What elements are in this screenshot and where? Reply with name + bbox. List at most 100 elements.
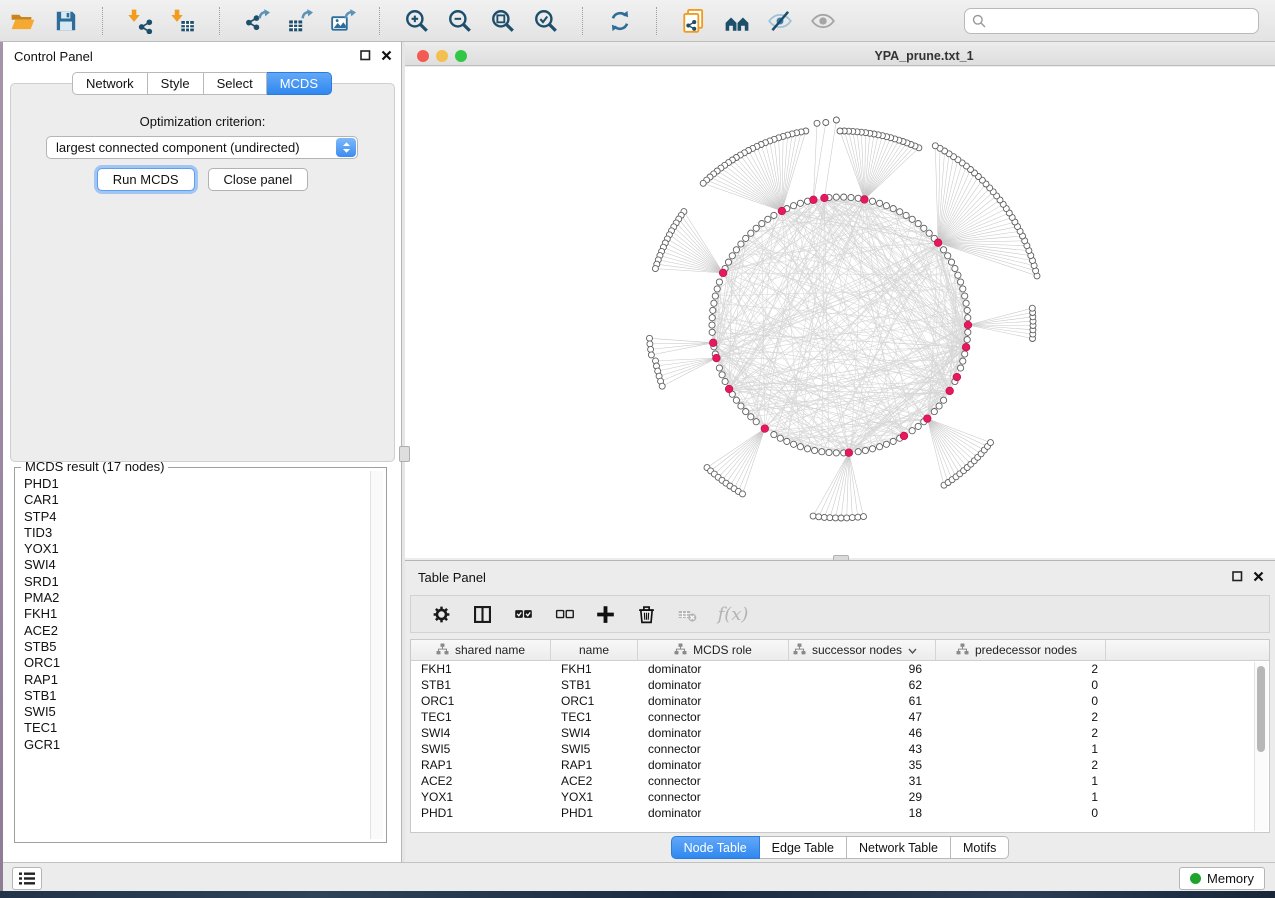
import-network-icon[interactable] — [125, 6, 155, 36]
result-item[interactable]: STB5 — [24, 639, 369, 655]
result-item[interactable]: STB1 — [24, 688, 369, 704]
table-row[interactable]: FKH1FKH1dominator962 — [411, 661, 1269, 677]
table-row[interactable]: SWI5SWI5connector431 — [411, 741, 1269, 757]
column-header-shared-name[interactable]: shared name — [411, 640, 551, 660]
tab-edge-table[interactable]: Edge Table — [760, 836, 847, 859]
maximize-window-icon[interactable] — [455, 50, 467, 62]
table-row[interactable]: RAP1RAP1dominator352 — [411, 757, 1269, 773]
result-item[interactable]: SWI4 — [24, 557, 369, 573]
close-table-panel-icon[interactable] — [1253, 571, 1264, 582]
table-toolbar: f(x) — [410, 595, 1270, 633]
select-all-columns-icon[interactable] — [511, 602, 535, 626]
tab-network-table[interactable]: Network Table — [847, 836, 951, 859]
minimize-window-icon[interactable] — [436, 50, 448, 62]
zoom-fit-icon[interactable] — [488, 6, 518, 36]
table-row[interactable]: STB1STB1dominator620 — [411, 677, 1269, 693]
cell: ACE2 — [411, 773, 551, 789]
result-item[interactable]: SWI5 — [24, 704, 369, 720]
cell: PHD1 — [551, 805, 638, 821]
table-row[interactable]: YOX1YOX1connector291 — [411, 789, 1269, 805]
refresh-icon[interactable] — [605, 6, 635, 36]
table-row[interactable]: ACE2ACE2connector311 — [411, 773, 1269, 789]
result-item[interactable]: FKH1 — [24, 606, 369, 622]
float-table-panel-icon[interactable] — [1232, 571, 1243, 582]
control-panel: Control Panel NetworkStyleSelectMCDS Opt… — [3, 42, 402, 862]
column-label: name — [579, 643, 609, 657]
desktop-wallpaper-strip — [0, 891, 1275, 898]
tab-mcds[interactable]: MCDS — [267, 72, 332, 95]
memory-status-icon — [1190, 873, 1201, 884]
network-graph[interactable] — [405, 67, 1275, 558]
result-item[interactable]: GCR1 — [24, 737, 369, 753]
run-mcds-button[interactable]: Run MCDS — [97, 168, 195, 191]
deselect-all-columns-icon[interactable] — [552, 602, 576, 626]
tab-select[interactable]: Select — [204, 72, 267, 95]
table-row[interactable]: TEC1TEC1connector472 — [411, 709, 1269, 725]
result-item[interactable]: RAP1 — [24, 672, 369, 688]
zoom-out-icon[interactable] — [445, 6, 475, 36]
cell: STB1 — [551, 677, 638, 693]
result-item[interactable]: YOX1 — [24, 541, 369, 557]
panel-menu-button[interactable] — [12, 867, 42, 890]
hide-selected-icon[interactable] — [765, 6, 795, 36]
table-row[interactable]: SWI4SWI4dominator462 — [411, 725, 1269, 741]
cell: ACE2 — [551, 773, 638, 789]
float-panel-icon[interactable] — [360, 50, 371, 61]
cell: 1 — [936, 789, 1106, 805]
cell: 31 — [789, 773, 936, 789]
vertical-splitter-grip[interactable] — [399, 446, 410, 462]
save-session-icon[interactable] — [51, 6, 81, 36]
gear-icon[interactable] — [429, 602, 453, 626]
result-list-scrollbar[interactable] — [370, 471, 383, 839]
criterion-dropdown[interactable]: largest connected component (undirected) — [46, 136, 358, 159]
add-column-icon[interactable] — [593, 602, 617, 626]
zoom-selected-icon[interactable] — [531, 6, 561, 36]
duplicate-network-icon[interactable] — [679, 6, 709, 36]
cell: dominator — [638, 677, 789, 693]
tab-style[interactable]: Style — [148, 72, 204, 95]
close-window-icon[interactable] — [417, 50, 429, 62]
column-header-filler — [1106, 640, 1269, 660]
show-all-icon[interactable] — [808, 6, 838, 36]
column-header-name[interactable]: name — [551, 640, 638, 660]
first-neighbors-icon[interactable] — [722, 6, 752, 36]
network-window-titlebar[interactable]: YPA_prune.txt_1 — [405, 45, 1275, 66]
result-item[interactable]: CAR1 — [24, 492, 369, 508]
open-session-icon[interactable] — [8, 6, 38, 36]
column-header-successor-nodes[interactable]: successor nodes — [789, 640, 936, 660]
network-canvas[interactable] — [405, 67, 1275, 558]
table-scrollbar[interactable] — [1254, 662, 1268, 831]
export-table-icon[interactable] — [285, 6, 315, 36]
memory-button[interactable]: Memory — [1179, 867, 1265, 890]
tab-node-table[interactable]: Node Table — [671, 836, 760, 859]
tab-motifs[interactable]: Motifs — [951, 836, 1009, 859]
column-label: shared name — [455, 643, 525, 657]
search-input[interactable] — [964, 8, 1259, 34]
result-item[interactable]: TEC1 — [24, 720, 369, 736]
close-panel-button[interactable]: Close panel — [208, 168, 309, 191]
table-row[interactable]: ORC1ORC1dominator610 — [411, 693, 1269, 709]
delete-columns-icon[interactable] — [634, 602, 658, 626]
table-scrollbar-thumb[interactable] — [1257, 666, 1265, 752]
result-item[interactable]: ACE2 — [24, 623, 369, 639]
result-item[interactable]: PMA2 — [24, 590, 369, 606]
cell: 43 — [789, 741, 936, 757]
import-table-icon[interactable] — [168, 6, 198, 36]
result-item[interactable]: PHD1 — [24, 476, 369, 492]
close-panel-icon[interactable] — [381, 50, 392, 61]
toolbar-separator — [582, 7, 584, 35]
result-item[interactable]: TID3 — [24, 525, 369, 541]
tab-network[interactable]: Network — [72, 72, 148, 95]
result-item[interactable]: ORC1 — [24, 655, 369, 671]
zoom-in-icon[interactable] — [402, 6, 432, 36]
mcds-result-list[interactable]: PHD1CAR1STP4TID3YOX1SWI4SRD1PMA2FKH1ACE2… — [18, 472, 369, 839]
column-header-MCDS-role[interactable]: MCDS role — [638, 640, 789, 660]
export-network-icon[interactable] — [242, 6, 272, 36]
column-header-predecessor-nodes[interactable]: predecessor nodes — [936, 640, 1106, 660]
result-item[interactable]: SRD1 — [24, 574, 369, 590]
tree-icon — [436, 643, 449, 658]
table-row[interactable]: PHD1PHD1dominator180 — [411, 805, 1269, 821]
split-columns-icon[interactable] — [470, 602, 494, 626]
export-image-icon[interactable] — [328, 6, 358, 36]
result-item[interactable]: STP4 — [24, 509, 369, 525]
